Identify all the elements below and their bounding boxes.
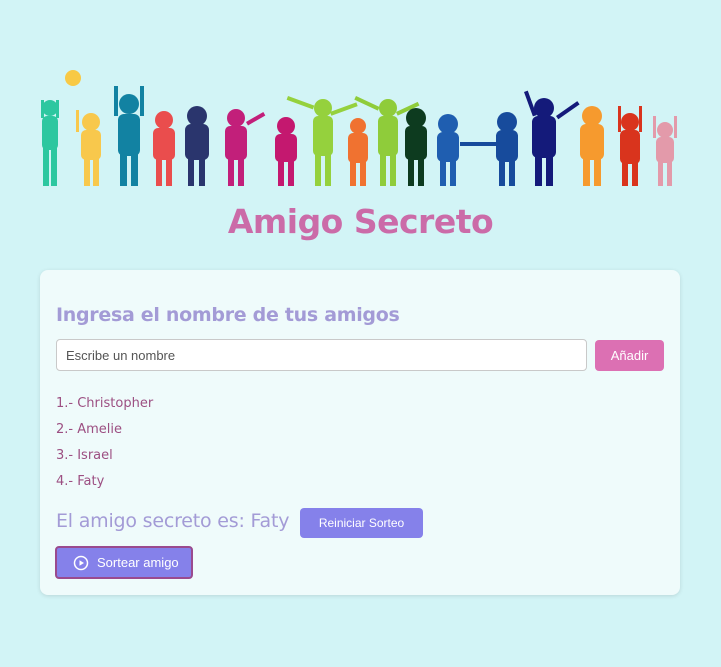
friend-list-item: 2.- Amelie <box>56 422 123 437</box>
secret-friend-card: Ingresa el nombre de tus amigos Añadir 1… <box>40 270 680 595</box>
draw-friend-button[interactable]: Sortear amigo <box>55 546 193 579</box>
children-silhouettes-banner <box>41 70 677 186</box>
friend-list: 1.- Christopher 2.- Amelie 3.- Israel 4.… <box>56 394 153 498</box>
app-title: Amigo Secreto <box>227 202 494 241</box>
section-title: Ingresa el nombre de tus amigos <box>56 304 400 326</box>
secret-friend-result: El amigo secreto es: Faty <box>56 510 290 532</box>
app-page: Amigo Secreto Ingresa el nombre de tus a… <box>0 0 721 667</box>
friend-list-item: 4.- Faty <box>56 474 105 489</box>
reset-draw-button[interactable]: Reiniciar Sorteo <box>300 508 423 538</box>
add-friend-button[interactable]: Añadir <box>595 340 664 371</box>
play-circle-icon <box>73 555 89 571</box>
friend-name-input[interactable] <box>56 339 587 371</box>
draw-friend-label: Sortear amigo <box>97 555 179 570</box>
friend-list-item: 3.- Israel <box>56 448 113 463</box>
friend-list-item: 1.- Christopher <box>56 396 154 411</box>
